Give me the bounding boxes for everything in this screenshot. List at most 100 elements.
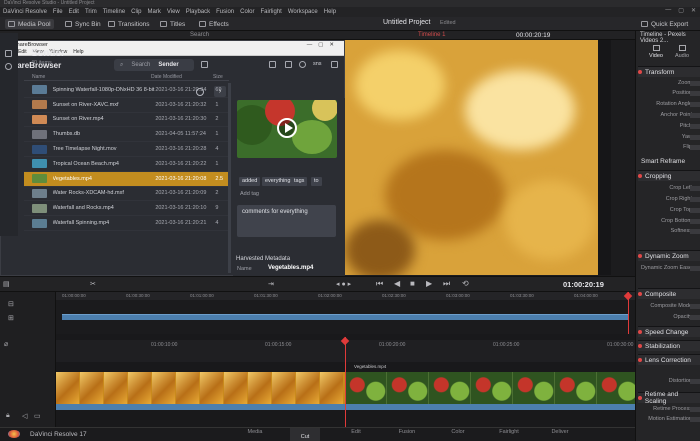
- inspector-section[interactable]: Smart Reframe: [638, 156, 700, 167]
- tag-chip[interactable]: everything: [262, 177, 294, 186]
- property-value-field[interactable]: [690, 219, 700, 224]
- property-value-field[interactable]: [690, 407, 700, 412]
- menu-item[interactable]: Playback: [186, 9, 210, 15]
- page-tab-media[interactable]: Media: [240, 429, 270, 435]
- menu-item[interactable]: Color: [240, 9, 254, 15]
- monitor-icon[interactable]: ▭: [34, 412, 41, 420]
- filter-icon[interactable]: [201, 61, 208, 68]
- property-value-field[interactable]: [690, 102, 700, 107]
- property-value-field[interactable]: [690, 113, 700, 118]
- menu-item[interactable]: Clip: [131, 9, 141, 15]
- property-value-field[interactable]: [690, 229, 700, 234]
- jog-icon[interactable]: ◂ ● ▸: [336, 280, 351, 288]
- user-badge[interactable]: sns: [313, 61, 322, 67]
- audio-clip-2[interactable]: [345, 404, 635, 410]
- titles-button[interactable]: Titles: [157, 19, 188, 29]
- overview-ruler[interactable]: 01:00:00:00 01:00:30:00 01:01:00:00 01:01:3…: [56, 292, 635, 300]
- sharebrowser-search[interactable]: ⌕ Search Sender: [114, 59, 194, 71]
- property-value-field[interactable]: [690, 379, 700, 384]
- sidebar-box-icon[interactable]: [5, 50, 12, 57]
- section-enable-icon[interactable]: [638, 254, 642, 258]
- video-viewer[interactable]: [345, 40, 607, 275]
- sharebrowser-menu-item[interactable]: Edit: [18, 49, 27, 56]
- list-view-icon[interactable]: [285, 61, 292, 68]
- more-icon[interactable]: [331, 61, 338, 68]
- col-date[interactable]: Date Modified: [151, 74, 213, 80]
- menu-item[interactable]: Fusion: [216, 9, 234, 15]
- playhead-detail[interactable]: [345, 337, 346, 441]
- tag-chip[interactable]: to: [311, 177, 322, 186]
- inspector-section[interactable]: Retime and Scaling: [638, 391, 700, 405]
- play-icon[interactable]: ▶: [426, 279, 432, 288]
- track-view-icon[interactable]: ⊞: [8, 314, 14, 322]
- speaker-icon[interactable]: ◁: [22, 412, 27, 420]
- menu-item[interactable]: File: [53, 9, 63, 15]
- col-name[interactable]: Name: [24, 74, 151, 80]
- property-value-field[interactable]: [690, 81, 700, 86]
- window-controls[interactable]: — ▢ ✕: [665, 7, 696, 14]
- property-value-field[interactable]: [690, 186, 700, 191]
- section-enable-icon[interactable]: [638, 174, 642, 178]
- effects-button[interactable]: Effects: [196, 19, 232, 29]
- property-value-field[interactable]: [690, 315, 700, 320]
- transitions-button[interactable]: Transitions: [105, 19, 153, 29]
- insert-icon[interactable]: ⇥: [268, 280, 274, 288]
- inspector-section[interactable]: Speed Change: [638, 326, 700, 337]
- video-clip-leaves[interactable]: [56, 372, 345, 404]
- page-tab-edit[interactable]: Edit: [341, 429, 371, 435]
- inspector-section[interactable]: Transform: [638, 66, 700, 77]
- add-tag-input[interactable]: Add tag: [240, 191, 259, 197]
- layout-icon[interactable]: ▤: [3, 280, 10, 288]
- menu-item[interactable]: Mark: [148, 9, 161, 15]
- menu-item[interactable]: Trim: [85, 9, 97, 15]
- property-value-field[interactable]: [690, 417, 700, 422]
- tag-chip[interactable]: tags: [291, 177, 308, 186]
- menu-item[interactable]: DaVinci Resolve: [3, 9, 47, 15]
- list-item[interactable]: Vegetables.mp4 2021-03-16 21:20:08 2.5: [24, 171, 229, 187]
- page-tab-fairlight[interactable]: Fairlight: [494, 429, 524, 435]
- close-icon[interactable]: ✕: [691, 7, 696, 14]
- list-item[interactable]: Sunset on River-XAVC.mxf 2021-03-16 21:20…: [24, 98, 229, 113]
- inspector-section[interactable]: Composite: [638, 288, 700, 299]
- skip-back-icon[interactable]: ⏮: [376, 279, 383, 289]
- overview-audio-track[interactable]: [62, 314, 628, 320]
- property-value-field[interactable]: [690, 208, 700, 213]
- sync-bin-button[interactable]: Sync Bin: [62, 19, 104, 29]
- file-list-scrollbar[interactable]: [228, 83, 231, 273]
- inspector-section[interactable]: Dynamic Zoom: [638, 250, 700, 261]
- sidebar-globe-icon[interactable]: [5, 63, 12, 70]
- sharebrowser-window-controls[interactable]: —▢✕: [307, 41, 340, 49]
- menu-item[interactable]: Workspace: [288, 9, 318, 15]
- property-value-field[interactable]: [690, 197, 700, 202]
- section-enable-icon[interactable]: [638, 344, 642, 348]
- loop-icon[interactable]: ⟲: [462, 279, 469, 288]
- audio-clip-1[interactable]: [56, 404, 345, 410]
- page-tab-cut[interactable]: Cut: [290, 428, 320, 441]
- menu-item[interactable]: Edit: [69, 9, 79, 15]
- track-lock-icon[interactable]: ⊟: [8, 300, 14, 308]
- page-tab-fusion[interactable]: Fusion: [392, 429, 422, 435]
- section-enable-icon[interactable]: [638, 292, 642, 296]
- property-value-field[interactable]: [690, 145, 700, 150]
- quick-export-button[interactable]: Quick Export: [638, 19, 691, 29]
- property-value-field[interactable]: [690, 135, 700, 140]
- tab-audio[interactable]: Audio: [670, 44, 694, 62]
- sharebrowser-menu-item[interactable]: Help: [73, 49, 83, 56]
- razor-icon[interactable]: ⌀: [4, 340, 8, 348]
- comments-field[interactable]: comments for everything: [237, 205, 336, 237]
- list-item[interactable]: Tree Timelapse Night.mov 2021-03-16 21:20…: [24, 142, 229, 157]
- list-item[interactable]: Sunset on River.mp4 2021-03-16 21:20:30 2: [24, 113, 229, 128]
- list-item[interactable]: Waterfall and Rocks.mp4 2021-03-16 21:20:…: [24, 201, 229, 217]
- maximize-icon[interactable]: ▢: [678, 7, 684, 14]
- property-value-field[interactable]: [690, 91, 700, 96]
- property-value-field[interactable]: [690, 304, 700, 309]
- list-item[interactable]: Waterfall Spinning.mp4 2021-03-16 21:20:2…: [24, 216, 229, 231]
- stop-icon[interactable]: ■: [410, 279, 415, 288]
- tag-chip[interactable]: added: [239, 177, 261, 186]
- list-item[interactable]: Tropical Ocean Beach.mp4 2021-03-16 21:20…: [24, 157, 229, 172]
- tool-icon[interactable]: ✂: [90, 280, 96, 288]
- inspector-section[interactable]: Cropping: [638, 170, 700, 181]
- inspector-section[interactable]: Lens Correction: [638, 354, 700, 365]
- list-item[interactable]: Thumbs.db 2021-04-05 11:57:24 1: [24, 127, 229, 143]
- power-icon[interactable]: [299, 61, 306, 68]
